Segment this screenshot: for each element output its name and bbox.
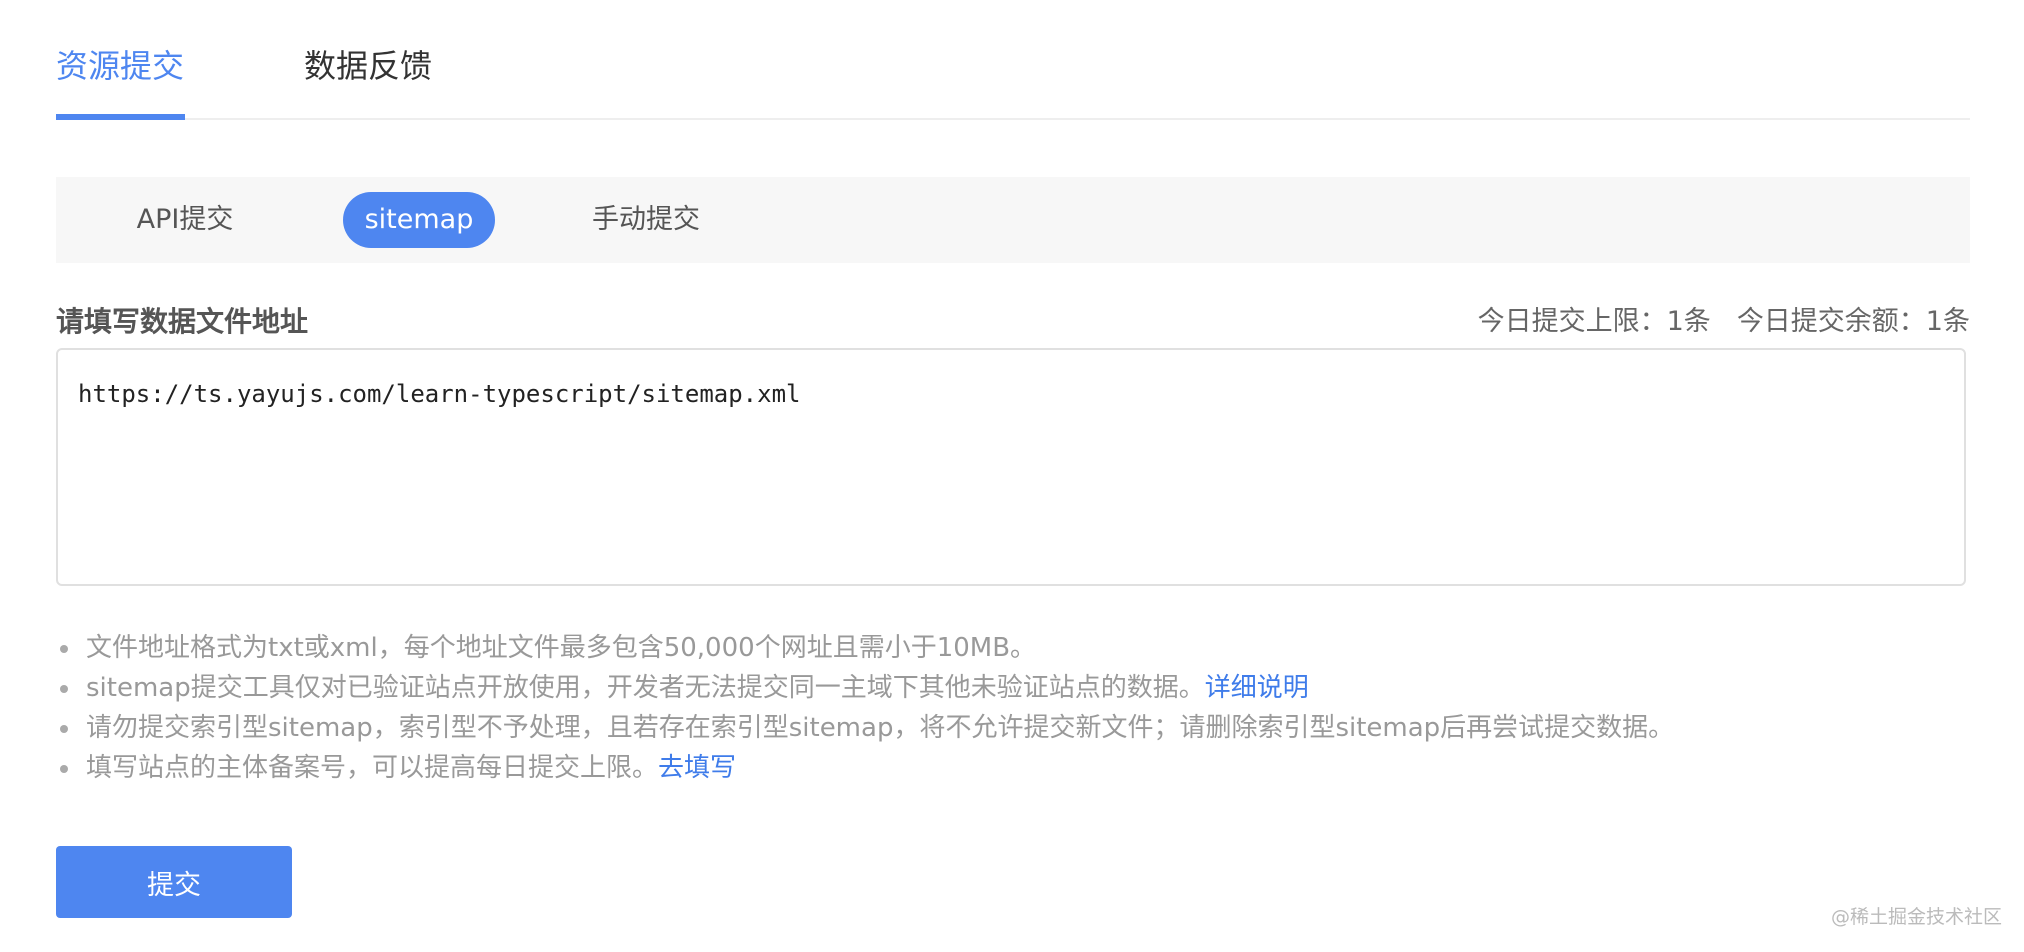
url-field-label: 请填写数据文件地址 — [56, 305, 309, 338]
top-tab-bar: 资源提交 数据反馈 — [56, 0, 1970, 120]
watermark: @稀土掘金技术社区 — [1830, 906, 2002, 928]
note-item: 文件地址格式为txt或xml，每个地址文件最多包含50,000个网址且需小于10… — [56, 628, 1674, 668]
note-text: 文件地址格式为txt或xml，每个地址文件最多包含50,000个网址且需小于10… — [86, 633, 1037, 663]
active-tab-underline — [56, 114, 185, 120]
bullet-icon — [60, 685, 68, 693]
quota-remaining: 今日提交余额：1条 — [1736, 306, 1970, 337]
quota-info: 今日提交上限：1条 今日提交余额：1条 — [1478, 302, 1970, 342]
quota-limit: 今日提交上限：1条 — [1477, 306, 1711, 337]
tab-data-feedback[interactable]: 数据反馈 — [304, 42, 432, 90]
bullet-icon — [60, 725, 68, 733]
note-text: sitemap提交工具仅对已验证站点开放使用，开发者无法提交同一主域下其他未验证… — [86, 673, 1205, 703]
bullet-icon — [60, 645, 68, 653]
note-item: 填写站点的主体备案号，可以提高每日提交上限。去填写 — [56, 748, 1674, 788]
subtab-api-submit[interactable]: API提交 — [116, 192, 254, 248]
note-item: sitemap提交工具仅对已验证站点开放使用，开发者无法提交同一主域下其他未验证… — [56, 668, 1674, 708]
details-link[interactable]: 详细说明 — [1205, 673, 1309, 703]
sitemap-url-input[interactable]: https://ts.yayujs.com/learn-typescript/s… — [56, 348, 1966, 586]
tab-resource-submit[interactable]: 资源提交 — [56, 42, 184, 90]
sitemap-submit-page: 资源提交 数据反馈 API提交 sitemap 手动提交 请填写数据文件地址 今… — [0, 0, 2024, 952]
note-text: 请勿提交索引型sitemap，索引型不予处理，且若存在索引型sitemap，将不… — [86, 713, 1675, 743]
fill-in-link[interactable]: 去填写 — [658, 753, 736, 783]
submit-method-tabs: API提交 sitemap 手动提交 — [56, 177, 1970, 263]
subtab-manual-submit[interactable]: 手动提交 — [583, 192, 709, 248]
submit-button[interactable]: 提交 — [56, 846, 292, 918]
note-item: 请勿提交索引型sitemap，索引型不予处理，且若存在索引型sitemap，将不… — [56, 708, 1674, 748]
note-text: 填写站点的主体备案号，可以提高每日提交上限。 — [86, 753, 659, 783]
bullet-icon — [60, 765, 68, 773]
subtab-sitemap[interactable]: sitemap — [343, 192, 495, 248]
notes-list: 文件地址格式为txt或xml，每个地址文件最多包含50,000个网址且需小于10… — [56, 628, 1674, 788]
